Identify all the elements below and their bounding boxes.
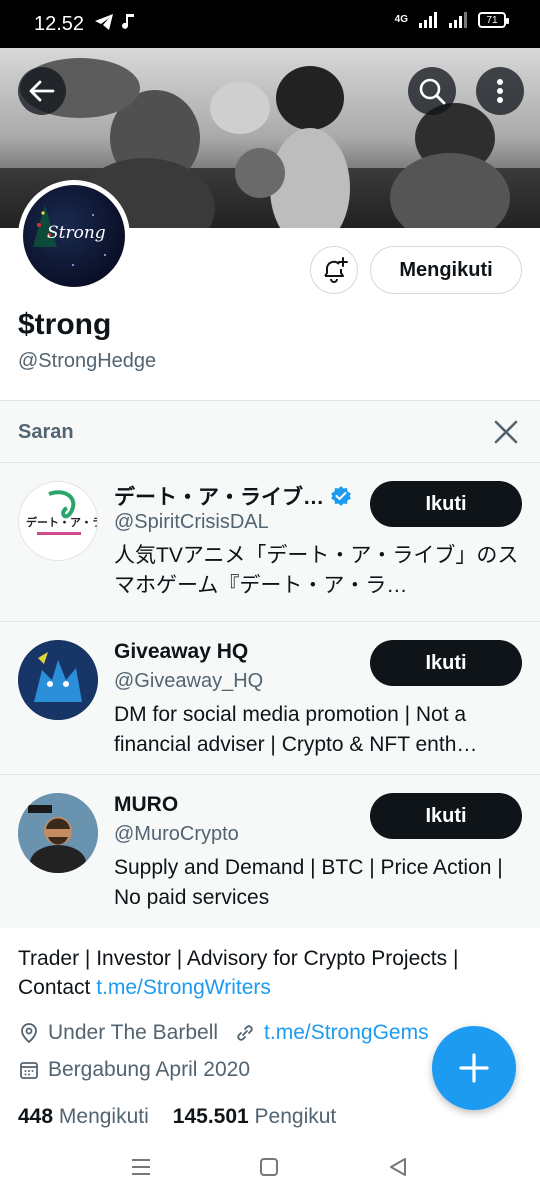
system-navigation-bar	[0, 1140, 540, 1200]
suggestion-avatar[interactable]	[18, 793, 98, 873]
profile-bio: Trader | Investor | Advisory for Crypto …	[18, 944, 518, 1002]
suggestion-handle: @MuroCrypto	[114, 823, 239, 845]
suggestion-name-text: デート・ア・ライブ…	[114, 486, 324, 509]
signal-icon	[419, 12, 437, 28]
suggestion-item[interactable]: デート・ア・ライブ デート・ア・ライブ… @SpiritCrisisDAL 人気…	[0, 463, 540, 622]
suggestion-bio: Supply and Demand | BTC | Price Action |…	[114, 856, 503, 909]
back-nav-icon[interactable]	[388, 1157, 408, 1177]
suggestion-name[interactable]: MURO	[114, 793, 178, 817]
suggestion-name[interactable]: デート・ア・ライブ…	[114, 481, 352, 511]
location-pin-icon	[21, 1023, 37, 1044]
suggestion-avatar[interactable]: デート・ア・ライブ	[18, 481, 98, 561]
link-icon	[237, 1025, 253, 1041]
giveaway-avatar-graphic	[18, 640, 98, 720]
suggestions-title: Saran	[18, 421, 74, 443]
suggestion-item[interactable]: Giveaway HQ @Giveaway_HQ DM for social m…	[0, 622, 540, 775]
suggestion-handle: @Giveaway_HQ	[114, 670, 264, 692]
suggestion-name-text: Giveaway HQ	[114, 640, 249, 663]
followers-stat[interactable]: 145.501 Pengikut	[173, 1105, 337, 1129]
battery-level: 71	[486, 14, 498, 26]
suggestion-bio: 人気TVアニメ「デート・ア・ライブ」のスマホゲーム『デート・ア・ラ…	[114, 544, 519, 597]
suggestion-item[interactable]: MURO @MuroCrypto Supply and Demand | BTC…	[0, 775, 540, 928]
status-time: 12.52	[34, 13, 85, 35]
more-vertical-icon	[497, 79, 503, 103]
back-button[interactable]	[18, 67, 66, 115]
following-stat-label: Mengikuti	[58, 1105, 149, 1128]
telegram-icon	[95, 14, 113, 30]
home-icon[interactable]	[259, 1157, 279, 1177]
compose-tweet-button[interactable]	[432, 1026, 516, 1110]
bell-plus-icon	[324, 257, 348, 283]
profile-avatar[interactable]: Strong	[18, 180, 130, 292]
following-stat[interactable]: 448 Mengikuti	[18, 1105, 149, 1129]
search-button[interactable]	[408, 67, 456, 115]
network-type: 4G	[394, 14, 408, 25]
follow-button[interactable]: Ikuti	[370, 640, 522, 686]
battery-icon: 71	[478, 12, 509, 28]
joined-date: Bergabung April 2020	[48, 1058, 250, 1081]
calendar-icon	[20, 1062, 38, 1079]
follow-stats: 448 Mengikuti 145.501 Pengikut	[18, 1105, 336, 1129]
suggestion-handle: @SpiritCrisisDAL	[114, 511, 269, 533]
search-icon	[419, 78, 446, 105]
followers-count: 145.501	[172, 1105, 249, 1128]
suggestion-bio: DM for social media promotion | Not a fi…	[114, 703, 478, 756]
following-count: 448	[18, 1105, 54, 1128]
bio-link[interactable]: t.me/StrongWriters	[96, 976, 271, 999]
follow-button[interactable]: Ikuti	[370, 481, 522, 527]
signal-icon-2	[449, 12, 467, 28]
recent-apps-icon[interactable]	[130, 1157, 152, 1177]
notification-bell-button[interactable]	[310, 246, 358, 294]
dal-logo-graphic: デート・ア・ライブ	[26, 490, 98, 535]
suggestion-avatar[interactable]	[18, 640, 98, 720]
profile-display-name: $trong	[18, 308, 112, 341]
suggestions-panel: Saran デート・ア・ライブ デート・ア・ライブ… @SpiritCrisis…	[0, 400, 540, 928]
location-text: Under The Barbell	[48, 1021, 219, 1044]
website-link[interactable]: t.me/StrongGems	[264, 1021, 429, 1045]
following-button[interactable]: Mengikuti	[370, 246, 522, 294]
suggestions-header: Saran	[0, 401, 540, 463]
close-icon[interactable]	[493, 419, 519, 445]
arrow-left-icon	[29, 80, 55, 102]
suggestion-name-text: MURO	[114, 793, 179, 816]
avatar-logo-text: Strong	[47, 223, 106, 243]
followers-stat-label: Pengikut	[254, 1105, 337, 1128]
verified-badge-icon	[331, 486, 351, 506]
plus-icon	[459, 1053, 489, 1083]
suggestion-name[interactable]: Giveaway HQ	[114, 640, 248, 664]
profile-handle: @StrongHedge	[18, 350, 157, 372]
dal-logo-text: デート・ア・ライブ	[26, 515, 98, 529]
more-options-button[interactable]	[476, 67, 524, 115]
profile-meta-row: Bergabung April 2020	[18, 1058, 250, 1082]
avatar-image: Strong	[23, 185, 125, 287]
profile-meta-row: Under The Barbell t.me/StrongGems	[18, 1021, 429, 1045]
follow-button[interactable]: Ikuti	[370, 793, 522, 839]
muro-avatar-graphic	[18, 793, 98, 873]
music-note-icon	[122, 14, 134, 29]
status-bar: 12.52 4G 71	[0, 0, 540, 48]
